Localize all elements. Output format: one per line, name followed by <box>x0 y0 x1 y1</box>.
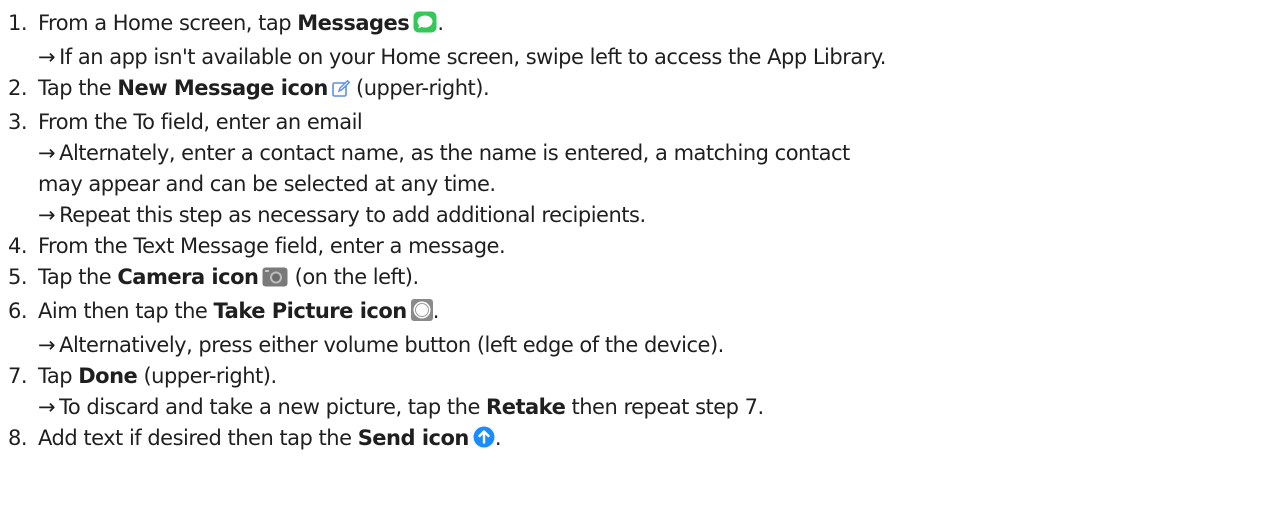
step-text: Tap the Camera icon (on the left). <box>0 262 1270 296</box>
note-text: Alternately, enter a contact name, as th… <box>59 141 850 165</box>
step-3-note-1: → Alternately, enter a contact name, as t… <box>0 138 1270 169</box>
step-text: From a Home screen, tap Messages. <box>0 8 1270 42</box>
step-5-text-post: (on the left). <box>288 265 420 289</box>
note-text: Alternatively, press either volume butto… <box>59 333 724 357</box>
step-8-text-pre: Add text if desired then tap the <box>38 426 358 450</box>
note-text: If an app isn't available on your Home s… <box>59 45 886 69</box>
step-7-note: → To discard and take a new picture, tap … <box>0 392 1270 423</box>
step-1-text-pre: From a Home screen, tap <box>38 11 298 35</box>
messages-app-icon <box>413 11 437 42</box>
arrow-icon: → <box>38 395 56 419</box>
step-number: 7. <box>8 364 28 388</box>
step-text: Aim then tap the Take Picture icon. <box>0 296 1270 330</box>
step-1: 1. From a Home screen, tap Messages. <box>0 8 1270 42</box>
step-number: 6. <box>8 299 28 323</box>
step-number: 2. <box>8 76 28 100</box>
instructions-document: 1. From a Home screen, tap Messages. → If… <box>0 0 1270 510</box>
step-2: 2. Tap the New Message icon (upper-right… <box>0 73 1270 107</box>
step-number: 1. <box>8 11 28 35</box>
step-text: Add text if desired then tap the Send ic… <box>0 423 1270 457</box>
step-2-text-post: (upper-right). <box>349 76 490 100</box>
step-5: 5. Tap the Camera icon (on the left). <box>0 262 1270 296</box>
step-7: 7. Tap Done (upper-right). <box>0 361 1270 392</box>
send-icon <box>473 426 495 457</box>
step-1-text-post: . <box>437 11 444 35</box>
step-8: 8. Add text if desired then tap the Send… <box>0 423 1270 457</box>
step-3: 3. From the To field, enter an email <box>0 107 1270 138</box>
step-6-text-post: . <box>432 299 440 323</box>
note-text: Repeat this step as necessary to add add… <box>59 203 646 227</box>
note-text-post: then repeat step 7. <box>565 395 765 419</box>
step-6-note: → Alternatively, press either volume butt… <box>0 330 1270 361</box>
step-5-bold: Camera icon <box>117 265 259 289</box>
step-6: 6. Aim then tap the Take Picture icon. <box>0 296 1270 330</box>
camera-icon <box>262 265 288 296</box>
arrow-icon: → <box>38 141 56 165</box>
step-text: Tap the New Message icon (upper-right). <box>0 73 1270 107</box>
step-8-text-post: . <box>494 426 502 450</box>
note-text: may appear and can be selected at any ti… <box>38 172 496 196</box>
step-7-bold: Done <box>78 364 138 388</box>
step-8-bold: Send icon <box>357 426 470 450</box>
step-number: 8. <box>8 426 28 450</box>
step-text: From the To field, enter an email <box>38 110 363 134</box>
step-2-text-pre: Tap the <box>38 76 118 100</box>
step-6-bold: Take Picture icon <box>213 299 408 323</box>
step-2-bold: New Message icon <box>117 76 328 100</box>
step-3-note-2: → Repeat this step as necessary to add ad… <box>0 200 1270 231</box>
step-3-note-1-continued: may appear and can be selected at any ti… <box>0 169 1270 200</box>
new-message-icon <box>332 76 351 107</box>
arrow-icon: → <box>38 333 56 357</box>
arrow-icon: → <box>38 203 56 227</box>
step-number: 5. <box>8 265 28 289</box>
step-5-text-pre: Tap the <box>38 265 118 289</box>
take-picture-icon <box>410 299 433 330</box>
note-text-pre: To discard and take a new picture, tap t… <box>59 395 487 419</box>
arrow-icon: → <box>38 45 56 69</box>
step-1-bold: Messages <box>297 11 410 35</box>
step-4: 4. From the Text Message field, enter a … <box>0 231 1270 262</box>
step-text: From the Text Message field, enter a mes… <box>38 234 506 258</box>
note-bold: Retake <box>486 395 566 419</box>
step-number: 3. <box>8 110 28 134</box>
step-text: Tap Done (upper-right). <box>0 361 1270 392</box>
step-number: 4. <box>8 234 28 258</box>
step-6-text-pre: Aim then tap the <box>38 299 214 323</box>
step-7-text-pre: Tap <box>38 364 79 388</box>
step-1-note: → If an app isn't available on your Home … <box>0 42 1270 73</box>
step-7-text-post: (upper-right). <box>137 364 277 388</box>
